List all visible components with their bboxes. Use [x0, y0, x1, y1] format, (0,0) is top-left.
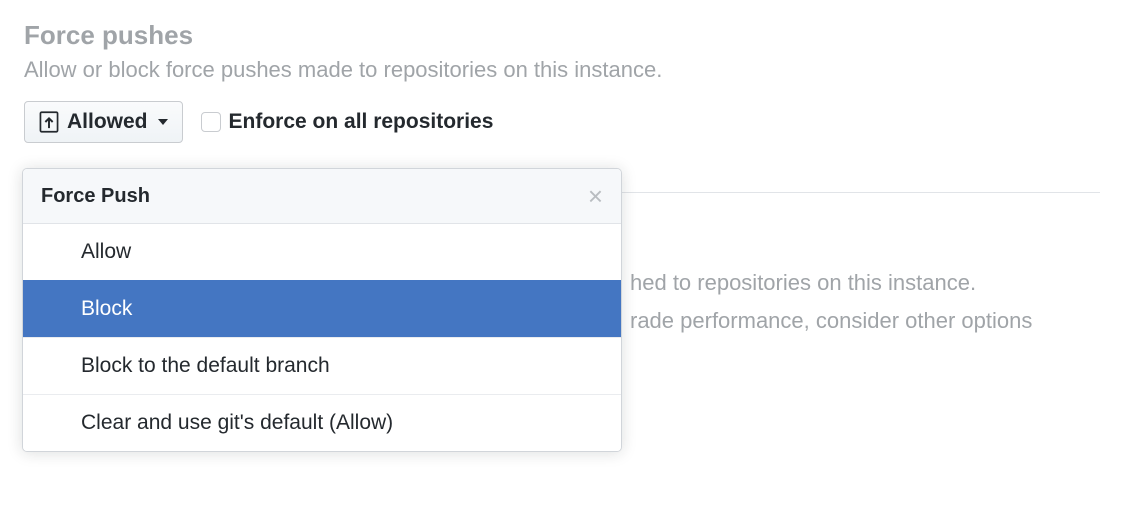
chevron-down-icon [158, 119, 168, 125]
enforce-checkbox-label: Enforce on all repositories [229, 110, 494, 134]
obscured-text: hed to repositories on this instance. [630, 270, 976, 296]
git-push-icon [39, 111, 59, 133]
section-title: Force pushes [24, 20, 1098, 51]
force-push-dropdown-menu: Force Push × AllowBlockBlock to the defa… [22, 168, 622, 452]
menu-item-block-to-the-default-branch[interactable]: Block to the default branch [23, 337, 621, 394]
section-description: Allow or block force pushes made to repo… [24, 57, 1098, 83]
menu-item-block[interactable]: Block [23, 280, 621, 337]
close-icon[interactable]: × [588, 183, 603, 209]
dropdown-button-label: Allowed [67, 110, 148, 134]
dropdown-header: Force Push × [23, 169, 621, 224]
force-push-dropdown-button[interactable]: Allowed [24, 101, 183, 143]
enforce-checkbox-wrap[interactable]: Enforce on all repositories [201, 110, 494, 134]
enforce-checkbox[interactable] [201, 112, 221, 132]
menu-item-allow[interactable]: Allow [23, 224, 621, 280]
menu-item-clear-and-use-git-s-default-allow[interactable]: Clear and use git's default (Allow) [23, 394, 621, 451]
obscured-text: rade performance, consider other options [630, 308, 1032, 334]
dropdown-header-title: Force Push [41, 185, 150, 208]
